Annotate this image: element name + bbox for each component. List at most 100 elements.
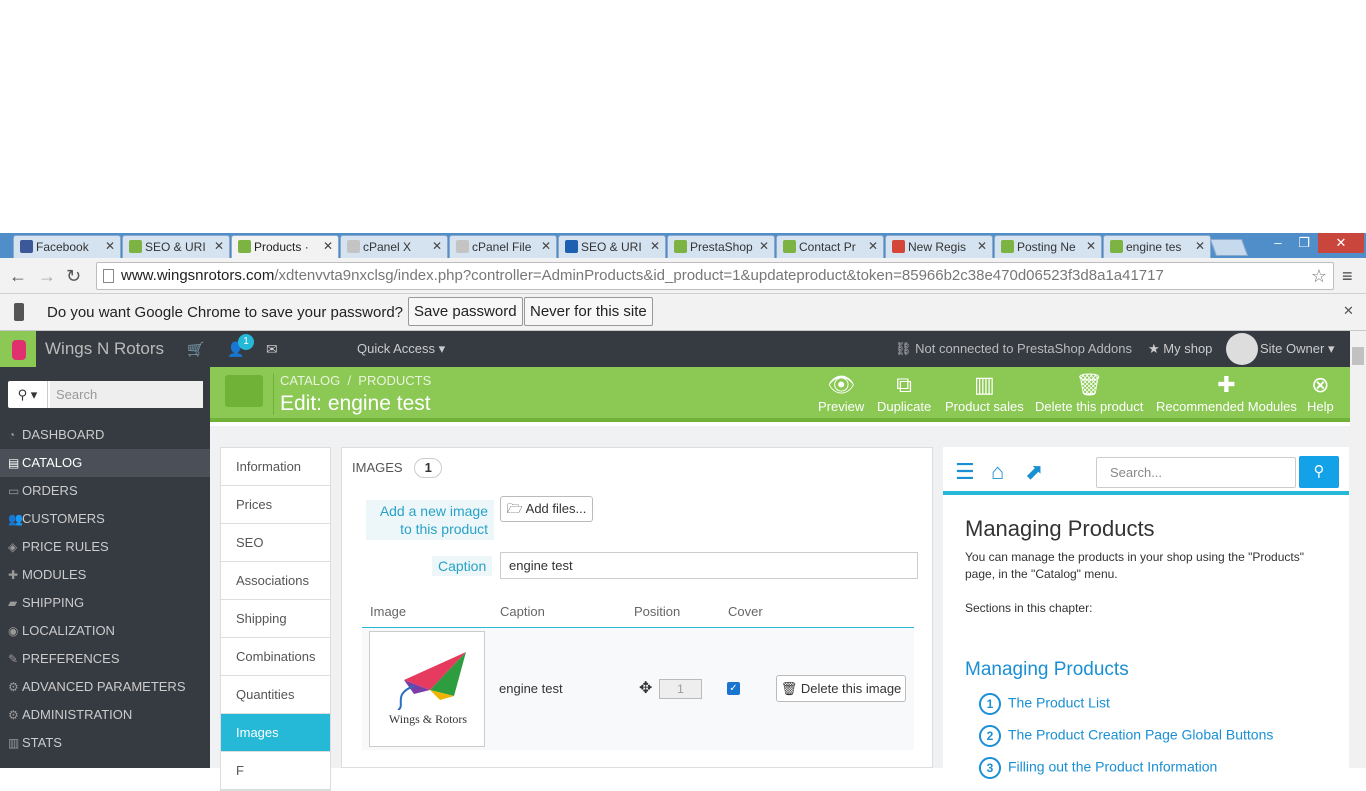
images-panel: IMAGES 1 Add a new image to this product…	[341, 447, 933, 768]
employee-menu[interactable]: Site Owner ▾	[1260, 341, 1334, 357]
sidebar-item-price-rules[interactable]: ◈ PRICE RULES	[0, 533, 210, 561]
address-bar[interactable]: www.wingsnrotors.com/xdtenvvta9nxclsg/in…	[96, 262, 1334, 290]
tab-information[interactable]: Information	[221, 448, 330, 486]
help-subtitle[interactable]: Managing Products	[965, 659, 1129, 681]
cart-icon[interactable]: 🛒	[187, 341, 204, 358]
browser-tab[interactable]: engine tes ✕	[1103, 235, 1211, 258]
page-icon	[103, 269, 114, 283]
browser-tab[interactable]: SEO & URI ✕	[558, 235, 666, 258]
product-sales-button[interactable]: ▥ Product sales	[945, 372, 1024, 414]
browser-tab[interactable]: Facebook ✕	[13, 235, 121, 258]
tab-close-icon[interactable]: ✕	[214, 239, 224, 253]
tab-seo[interactable]: SEO	[221, 524, 330, 562]
back-icon[interactable]: ←	[9, 266, 27, 287]
infobar-close-icon[interactable]: ✕	[1343, 303, 1354, 319]
envelope-icon[interactable]: ✉	[266, 341, 278, 358]
avatar[interactable]	[1226, 333, 1258, 365]
sidebar-item-advanced-parameters[interactable]: ⚙ ADVANCED PARAMETERS	[0, 673, 210, 701]
tab-close-icon[interactable]: ✕	[323, 239, 333, 253]
sidebar-item-modules[interactable]: ✚ MODULES	[0, 561, 210, 589]
help-link-product-information[interactable]: 3 Filling out the Product Information	[979, 757, 1217, 779]
tab-close-icon[interactable]: ✕	[868, 239, 878, 253]
list-icon[interactable]: ☰	[955, 459, 975, 485]
browser-tab[interactable]: New Regis ✕	[885, 235, 993, 258]
tab-close-icon[interactable]: ✕	[759, 239, 769, 253]
breadcrumb-products[interactable]: PRODUCTS	[358, 373, 431, 388]
sidebar-item-customers[interactable]: 👥CUSTOMERS	[0, 505, 210, 533]
caption-input[interactable]: engine test	[500, 552, 918, 579]
help-button[interactable]: ⊗ Help	[1307, 372, 1334, 414]
tab-prices[interactable]: Prices	[221, 486, 330, 524]
dashboard-icon: ◔	[8, 428, 16, 442]
reload-icon[interactable]: ↻	[66, 266, 81, 287]
help-link-global-buttons[interactable]: 2 The Product Creation Page Global Button…	[979, 725, 1273, 747]
sidebar-item-shipping[interactable]: ▰ SHIPPING	[0, 589, 210, 617]
breadcrumb-catalog[interactable]: CATALOG	[280, 373, 340, 388]
tab-combinations[interactable]: Combinations	[221, 638, 330, 676]
tab-close-icon[interactable]: ✕	[1195, 239, 1205, 253]
window-close-icon[interactable]: ✕	[1318, 233, 1364, 253]
product-image-thumbnail[interactable]: Wings & Rotors	[369, 631, 485, 747]
tab-shipping[interactable]: Shipping	[221, 600, 330, 638]
tab-images[interactable]: Images	[221, 714, 330, 752]
sidebar-item-stats[interactable]: ▥ STATS	[0, 729, 210, 757]
help-search-input[interactable]: Search...	[1096, 457, 1296, 488]
prestashop-favicon-icon	[1110, 240, 1123, 253]
never-save-button[interactable]: Never for this site	[524, 297, 653, 326]
my-shop-link[interactable]: ★ My shop	[1148, 341, 1212, 357]
tab-quantities[interactable]: Quantities	[221, 676, 330, 714]
delete-image-button[interactable]: 🗑 Delete this image	[776, 675, 906, 702]
browser-tab[interactable]: Contact Pr ✕	[776, 235, 884, 258]
bookmark-star-icon[interactable]: ☆	[1311, 263, 1327, 289]
tab-close-icon[interactable]: ✕	[541, 239, 551, 253]
sidebar-item-preferences[interactable]: ✎ PREFERENCES	[0, 645, 210, 673]
drag-handle-icon[interactable]: ✥	[639, 678, 652, 698]
home-icon[interactable]: ⌂	[991, 459, 1004, 485]
browser-tab[interactable]: Posting Ne ✕	[994, 235, 1102, 258]
external-link-icon[interactable]: ⬈	[1025, 459, 1043, 485]
cover-checkbox[interactable]: ✓	[727, 682, 740, 695]
search-input[interactable]: Search	[50, 381, 203, 408]
browser-tab[interactable]: PrestaShop ✕	[667, 235, 775, 258]
preview-button[interactable]: 👁 Preview	[818, 372, 864, 414]
scrollbar-thumb[interactable]	[1352, 347, 1364, 365]
add-files-button[interactable]: 🗁 Add files...	[500, 496, 593, 522]
truck-icon: ▰	[8, 596, 18, 610]
sidebar-item-administration[interactable]: ⚙ ADMINISTRATION	[0, 701, 210, 729]
browser-tab-active[interactable]: Products · ✕	[231, 235, 339, 258]
tab-close-icon[interactable]: ✕	[105, 239, 115, 253]
tab-close-icon[interactable]: ✕	[650, 239, 660, 253]
new-tab-button[interactable]	[1209, 239, 1249, 256]
help-link-product-list[interactable]: 1 The Product List	[979, 693, 1110, 715]
tab-close-icon[interactable]: ✕	[977, 239, 987, 253]
browser-tab[interactable]: cPanel X ✕	[340, 235, 448, 258]
delete-product-button[interactable]: 🗑 Delete this product	[1035, 372, 1143, 414]
page-scrollbar[interactable]	[1350, 331, 1366, 768]
recommended-modules-button[interactable]: ✚ Recommended Modules	[1156, 372, 1297, 414]
search-icon[interactable]: ⚲ ▾	[8, 381, 48, 408]
sidebar-item-localization[interactable]: ◉ LOCALIZATION	[0, 617, 210, 645]
prestashop-logo[interactable]	[0, 331, 36, 367]
tab-features[interactable]: F	[221, 752, 330, 790]
column-header-image: Image	[370, 604, 407, 619]
chrome-menu-icon[interactable]: ≡	[1342, 266, 1353, 287]
tab-close-icon[interactable]: ✕	[432, 239, 442, 253]
tab-close-icon[interactable]: ✕	[1086, 239, 1096, 253]
duplicate-button[interactable]: ⧉ Duplicate	[877, 372, 931, 414]
browser-tab[interactable]: cPanel File ✕	[449, 235, 557, 258]
sidebar-item-catalog[interactable]: ▤ CATALOG	[0, 449, 210, 477]
save-password-button[interactable]: Save password	[408, 297, 523, 326]
maximize-icon[interactable]: ❐	[1294, 233, 1314, 253]
browser-tab[interactable]: SEO & URI ✕	[122, 235, 230, 258]
forward-icon[interactable]: →	[38, 266, 56, 287]
sidebar-item-dashboard[interactable]: ◔ DASHBOARD	[0, 421, 210, 449]
quick-access-menu[interactable]: Quick Access ▾	[357, 341, 445, 357]
minimize-icon[interactable]: –	[1268, 233, 1288, 253]
sidebar-item-orders[interactable]: ▭ ORDERS	[0, 477, 210, 505]
position-input[interactable]: 1	[659, 679, 702, 699]
shop-name[interactable]: Wings N Rotors	[45, 339, 164, 359]
tab-associations[interactable]: Associations	[221, 562, 330, 600]
addons-link[interactable]: ⛓ Not connected to PrestaShop Addons	[895, 341, 1132, 357]
help-search-button[interactable]: ⚲	[1299, 456, 1339, 488]
page-toolbar: CATALOG / PRODUCTS Edit: engine test 👁 Pr…	[210, 367, 1350, 422]
